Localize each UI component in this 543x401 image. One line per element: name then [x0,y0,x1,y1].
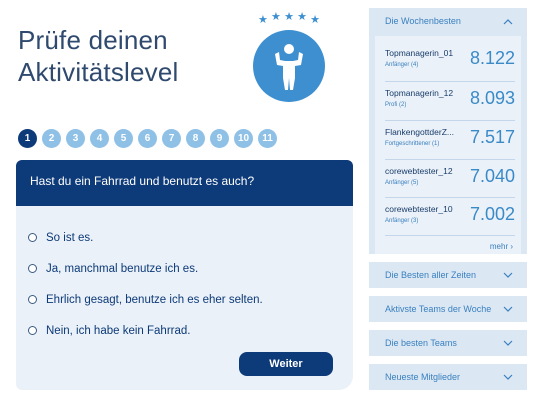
user-name: Topmanagerin_12 [385,88,454,98]
user-score: 7.002 [469,204,515,224]
user-name: corewebtester_12 [385,166,453,176]
user-level: Fortgeschrittener (1) [385,141,440,147]
leaderboard-row[interactable]: corewebtester_12 Anfänger (5) 7.040 [385,164,515,196]
answer-option[interactable]: Ja, manchmal benutze ich es. [28,253,353,284]
accordion-title: Die Besten aller Zeiten [385,270,477,280]
leaderboard-header[interactable]: Die Wochenbesten [369,8,527,34]
answer-option[interactable]: Ehrlich gesagt, benutze ich es eher selt… [28,284,353,315]
step-8[interactable]: 8 [186,129,205,148]
radio-button[interactable] [28,233,37,242]
answer-label: Ehrlich gesagt, benutze ich es eher selt… [46,293,263,306]
leaderboard-row[interactable]: Topmanagerin_12 Profi (2) 8.093 [385,86,515,118]
activity-badge: ★ ★ ★ ★ ★ [253,11,325,104]
accordion-header[interactable]: Aktivste Teams der Woche [369,296,527,322]
step-9[interactable]: 9 [210,129,229,148]
user-score: 7.040 [469,166,515,186]
user-score: 8.122 [469,48,515,68]
leaderboard-row[interactable]: corewebtester_10 Anfänger (3) 7.002 [385,202,515,234]
star-icon: ★ [258,14,268,26]
accordion-best-teams[interactable]: Die besten Teams [369,330,527,356]
question-text: Hast du ein Fahrrad und benutzt es auch? [16,160,353,206]
answer-option[interactable]: So ist es. [28,222,353,253]
chevron-down-icon[interactable] [503,374,513,381]
accordion-active-teams[interactable]: Aktivste Teams der Woche [369,296,527,322]
accordion-title: Aktivste Teams der Woche [385,304,492,314]
step-11[interactable]: 11 [258,129,277,148]
accordion-newest-members[interactable]: Neueste Mitglieder [369,364,527,390]
answer-label: So ist es. [46,231,94,244]
row-divider [385,120,515,121]
star-icon: ★ [310,14,320,26]
chevron-down-icon[interactable] [503,272,513,279]
accordion-header[interactable]: Die besten Teams [369,330,527,356]
row-divider [385,235,515,236]
star-icon: ★ [297,11,307,23]
accordion-header[interactable]: Neueste Mitglieder [369,364,527,390]
row-divider [385,81,515,82]
user-level: Anfänger (4) [385,62,419,68]
step-7[interactable]: 7 [162,129,181,148]
step-6[interactable]: 6 [138,129,157,148]
user-name: FlankengottderZ... [385,127,454,137]
step-1[interactable]: 1 [18,129,37,148]
more-link[interactable]: mehr › [490,242,513,251]
quiz-card: Hast du ein Fahrrad und benutzt es auch?… [16,160,353,390]
star-icon: ★ [284,11,294,23]
step-5[interactable]: 5 [114,129,133,148]
row-divider [385,197,515,198]
answer-label: Nein, ich habe kein Fahrrad. [46,324,191,337]
leaderboard-row[interactable]: Topmanagerin_01 Anfänger (4) 8.122 [385,46,515,78]
step-10[interactable]: 10 [234,129,253,148]
accordion-title: Neueste Mitglieder [385,372,461,382]
page-title-line1: Prüfe deinen [18,25,168,55]
user-score: 8.093 [469,88,515,108]
radio-button[interactable] [28,295,37,304]
user-level: Profi (2) [385,102,407,108]
user-level: Anfänger (5) [385,180,419,186]
chevron-up-icon[interactable] [503,18,513,25]
step-4[interactable]: 4 [90,129,109,148]
step-3[interactable]: 3 [66,129,85,148]
chevron-down-icon[interactable] [503,340,513,347]
leaderboard-list: Topmanagerin_01 Anfänger (4) 8.122 Topma… [375,36,521,254]
question-steps: 1 2 3 4 5 6 7 8 9 10 11 [18,129,277,148]
answer-list: So ist es. Ja, manchmal benutze ich es. … [16,206,353,346]
row-divider [385,159,515,160]
strongman-icon [275,44,303,90]
leaderboard-row[interactable]: FlankengottderZ... Fortgeschrittener (1)… [385,125,515,157]
answer-label: Ja, manchmal benutze ich es. [46,262,199,275]
rating-stars: ★ ★ ★ ★ ★ [258,11,320,28]
accordion-title: Die besten Teams [385,338,457,348]
user-level: Anfänger (3) [385,218,419,224]
weekly-leaderboard: Die Wochenbesten Topmanagerin_01 Anfänge… [369,8,527,254]
chevron-down-icon[interactable] [503,306,513,313]
radio-button[interactable] [28,326,37,335]
user-name: corewebtester_10 [385,204,453,214]
radio-button[interactable] [28,264,37,273]
star-icon: ★ [271,11,281,23]
user-score: 7.517 [469,127,515,147]
accordion-header[interactable]: Die Besten aller Zeiten [369,262,527,288]
next-button[interactable]: Weiter [239,352,333,376]
answer-option[interactable]: Nein, ich habe kein Fahrrad. [28,315,353,346]
accordion-all-time-best[interactable]: Die Besten aller Zeiten [369,262,527,288]
leaderboard-title: Die Wochenbesten [385,16,461,26]
user-name: Topmanagerin_01 [385,48,454,58]
step-2[interactable]: 2 [42,129,61,148]
page-title-line2: Aktivitätslevel [18,57,179,87]
page-title: Prüfe deinen Aktivitätslevel [18,24,179,88]
